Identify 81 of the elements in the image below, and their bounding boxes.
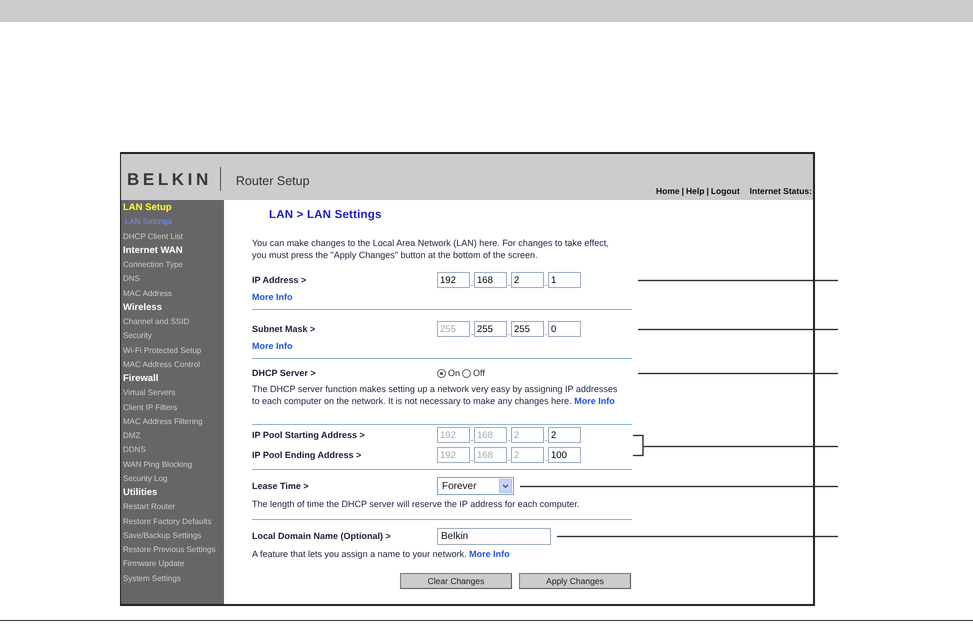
sidebar-heading: LAN Setup [122,201,172,215]
sidebar-heading: Wireless [122,300,162,315]
sidebar-item[interactable]: LAN Settings [121,215,172,230]
app-title: Router Setup [236,174,310,188]
sidebar-item[interactable]: DHCP Client List [121,230,183,244]
domain-name-field[interactable]: Belkin [437,528,551,544]
caret-icon [499,479,512,493]
sidebar-heading: Utilities [122,486,158,500]
intro-text: You can make changes to the Local Area Network (LAN) here. For changes to take effect, you must press the "Apply Changes" button at the bottom of the screen. [252,237,610,261]
field-label: DHCP Server > [252,368,316,378]
header-link[interactable]: Help [686,186,704,196]
sidebar-item[interactable]: Security Log [121,472,168,486]
header-link[interactable]: Home [656,186,680,196]
sidebar-item[interactable]: MAC Address [121,286,172,301]
action-button[interactable]: Clear Changes [400,573,512,589]
sidebar-item[interactable]: DMZ [121,429,140,444]
field-label: Subnet Mask > [252,324,316,334]
more-info-link[interactable]: More Info [469,549,510,559]
sidebar-item[interactable]: Firmware Update [121,557,184,572]
octet-field[interactable]: 100 [548,447,581,463]
sidebar-item[interactable]: Restore Factory Defaults [121,514,212,529]
sidebar-item[interactable]: Virtual Servers [121,386,176,400]
octet-separator: . [544,453,548,463]
octet-separator: . [544,433,548,443]
help-text: The length of time the DHCP server will reserve the IP address for each computer. [252,498,580,510]
radio-label: On [448,368,460,378]
octet-field[interactable]: 2 [548,427,581,443]
octet-separator: . [507,278,511,288]
action-button[interactable]: Apply Changes [519,573,631,589]
octet-separator: . [507,453,511,463]
sidebar-item[interactable]: Restart Router [121,500,176,514]
sidebar-item[interactable]: DNS [121,272,140,286]
octet-separator: . [544,278,548,288]
sidebar-item[interactable]: Restore Previous Settings [121,543,216,558]
radio-button[interactable] [437,368,446,378]
link-separator: | [706,186,709,196]
sidebar-item[interactable]: Channel and SSID [121,315,190,330]
field-label: IP Pool Ending Address > [252,450,362,460]
octet-separator: . [470,327,474,337]
field-label: IP Address > [252,275,306,285]
help-text: The DHCP server function makes setting up a network very easy by assigning IP addresses to each computer on the network. It is not necessary to make any changes here. More Info [252,383,618,407]
sidebar-item[interactable]: System Settings [121,572,181,586]
radio-button[interactable] [462,368,472,378]
octet-field[interactable]: 0 [548,321,581,337]
octet-field[interactable]: 168 [474,272,507,288]
internet-status: Internet Status: [750,186,812,196]
lease-time-dropdown[interactable]: Forever [437,477,514,495]
sidebar-item[interactable]: Security [121,329,152,344]
sidebar-item[interactable]: Save/Backup Settings [121,528,202,543]
sidebar-item[interactable]: WAN Ping Blocking [121,458,192,472]
octet-separator: . [470,278,474,288]
octet-separator: . [507,327,511,337]
octet-field[interactable]: 255 [511,321,544,337]
field-label: Lease Time > [252,481,309,491]
octet-field[interactable]: 192 [437,272,470,288]
octet-field[interactable]: 1 [548,272,581,288]
octet-field[interactable]: 2 [511,272,544,288]
octet-separator: . [544,327,548,337]
octet-field[interactable]: 255 [474,321,507,337]
page-title: LAN > LAN Settings [269,209,382,221]
sidebar-item[interactable]: MAC Address Filtering [121,414,203,429]
octet-separator: . [507,433,511,443]
sidebar-heading: Internet WAN [122,244,183,258]
field-label: Local Domain Name (Optional) > [252,531,391,541]
more-info-link[interactable]: More Info [574,396,615,406]
link-separator: | [682,186,684,196]
sidebar-heading: Firewall [122,372,158,386]
sidebar-item[interactable]: Connection Type [121,258,183,272]
octet-separator: . [470,453,474,463]
sidebar-item[interactable]: DDNS [121,443,146,458]
field-label: IP Pool Starting Address > [252,430,365,440]
help-text: A feature that lets you assign a name to your network. More Info [252,548,511,560]
sidebar-item[interactable]: MAC Address Control [121,358,200,372]
more-info-link[interactable]: More Info [252,292,292,302]
octet-separator: . [470,433,474,443]
radio-label: Off [473,368,485,378]
brand-logo: BELKIN [127,170,212,190]
sidebar-item[interactable]: Client IP Filters [121,400,178,415]
header-link[interactable]: Logout [710,186,740,196]
sidebar-item[interactable]: Wi-Fi Protected Setup [121,344,202,358]
more-info-link[interactable]: More Info [252,341,292,351]
